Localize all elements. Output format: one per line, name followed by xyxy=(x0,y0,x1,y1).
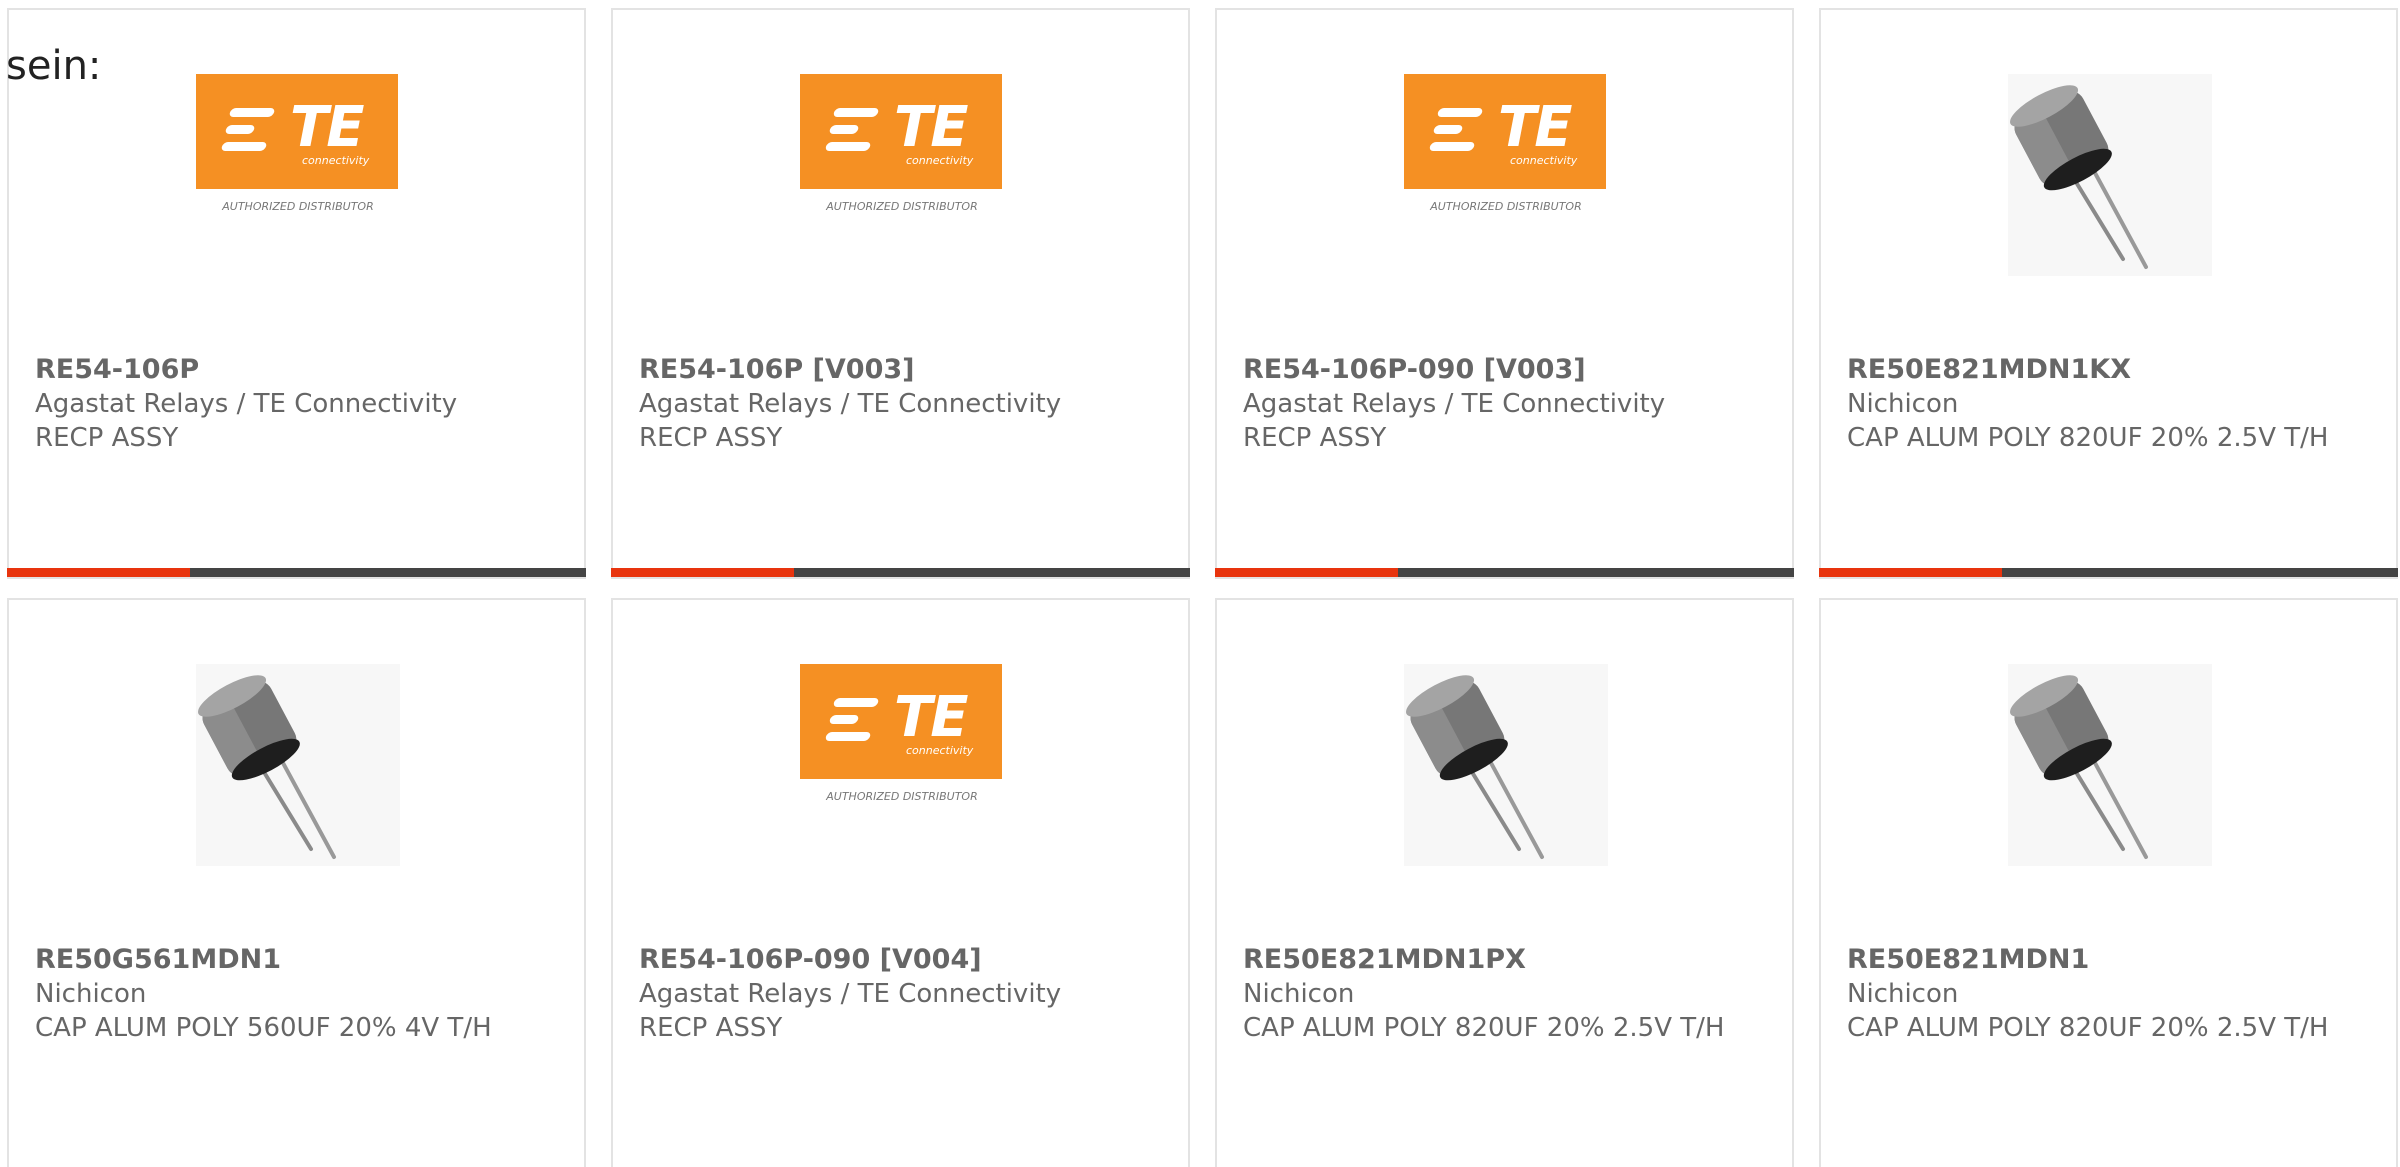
product-image xyxy=(196,664,400,866)
capacitor-photo xyxy=(2008,74,2212,276)
product-card[interactable]: RE50E821MDN1KX Nichicon CAP ALUM POLY 82… xyxy=(1819,8,2398,579)
product-image: TE connectivity AUTHORIZED DISTRIBUTOR xyxy=(196,74,400,276)
product-image xyxy=(1404,664,1608,866)
product-card[interactable]: RE50E821MDN1PX Nichicon CAP ALUM POLY 82… xyxy=(1215,598,1794,1167)
manufacturer: Nichicon xyxy=(1243,979,1355,1009)
intro-text: sein: xyxy=(6,43,102,89)
product-card[interactable]: RE50E821MDN1 Nichicon CAP ALUM POLY 820U… xyxy=(1819,598,2398,1167)
te-connectivity-logo: TE connectivity AUTHORIZED DISTRIBUTOR xyxy=(800,664,1004,804)
part-number[interactable]: RE54-106P [V003] xyxy=(639,353,1159,387)
product-info: RE50E821MDN1PX Nichicon CAP ALUM POLY 82… xyxy=(1243,943,1763,1045)
product-info: RE54-106P Agastat Relays / TE Connectivi… xyxy=(35,353,555,455)
product-image: TE connectivity AUTHORIZED DISTRIBUTOR xyxy=(800,74,1004,276)
capacitor-photo xyxy=(1404,664,1608,866)
product-card[interactable]: TE connectivity AUTHORIZED DISTRIBUTOR R… xyxy=(611,8,1190,579)
product-description: RECP ASSY xyxy=(639,1013,783,1043)
product-description: CAP ALUM POLY 820UF 20% 2.5V T/H xyxy=(1847,1013,2329,1043)
manufacturer: Agastat Relays / TE Connectivity xyxy=(639,389,1062,419)
product-grid-page: sein: TE connectivity AUTHORIZED DISTRIB… xyxy=(0,0,2400,1167)
product-description: RECP ASSY xyxy=(1243,423,1387,453)
te-connectivity-logo: TE connectivity AUTHORIZED DISTRIBUTOR xyxy=(1404,74,1608,214)
product-card[interactable]: RE50G561MDN1 Nichicon CAP ALUM POLY 560U… xyxy=(7,598,586,1167)
manufacturer: Agastat Relays / TE Connectivity xyxy=(639,979,1062,1009)
product-info: RE50G561MDN1 Nichicon CAP ALUM POLY 560U… xyxy=(35,943,555,1045)
capacitor-photo xyxy=(2008,664,2212,866)
te-connectivity-logo: TE connectivity AUTHORIZED DISTRIBUTOR xyxy=(196,74,400,214)
part-number[interactable]: RE54-106P-090 [V004] xyxy=(639,943,1159,977)
capacitor-photo xyxy=(196,664,400,866)
card-footer-bar xyxy=(611,568,1190,577)
manufacturer: Agastat Relays / TE Connectivity xyxy=(35,389,458,419)
product-card[interactable]: TE connectivity AUTHORIZED DISTRIBUTOR R… xyxy=(611,598,1190,1167)
product-description: CAP ALUM POLY 560UF 20% 4V T/H xyxy=(35,1013,492,1043)
product-info: RE54-106P [V003] Agastat Relays / TE Con… xyxy=(639,353,1159,455)
part-number[interactable]: RE50E821MDN1KX xyxy=(1847,353,2367,387)
product-info: RE54-106P-090 [V003] Agastat Relays / TE… xyxy=(1243,353,1763,455)
product-image xyxy=(2008,664,2212,866)
product-image: TE connectivity AUTHORIZED DISTRIBUTOR xyxy=(800,664,1004,866)
product-info: RE54-106P-090 [V004] Agastat Relays / TE… xyxy=(639,943,1159,1045)
product-description: CAP ALUM POLY 820UF 20% 2.5V T/H xyxy=(1243,1013,1725,1043)
manufacturer: Nichicon xyxy=(1847,389,1959,419)
part-number[interactable]: RE50G561MDN1 xyxy=(35,943,555,977)
part-number[interactable]: RE54-106P-090 [V003] xyxy=(1243,353,1763,387)
product-info: RE50E821MDN1 Nichicon CAP ALUM POLY 820U… xyxy=(1847,943,2367,1045)
part-number[interactable]: RE54-106P xyxy=(35,353,555,387)
card-footer-bar xyxy=(1819,568,2398,577)
product-image: TE connectivity AUTHORIZED DISTRIBUTOR xyxy=(1404,74,1608,276)
product-card[interactable]: TE connectivity AUTHORIZED DISTRIBUTOR R… xyxy=(1215,8,1794,579)
manufacturer: Agastat Relays / TE Connectivity xyxy=(1243,389,1666,419)
te-connectivity-logo: TE connectivity AUTHORIZED DISTRIBUTOR xyxy=(800,74,1004,214)
product-description: RECP ASSY xyxy=(35,423,179,453)
card-footer-bar xyxy=(7,568,586,577)
product-description: CAP ALUM POLY 820UF 20% 2.5V T/H xyxy=(1847,423,2329,453)
card-footer-bar xyxy=(1215,568,1794,577)
product-info: RE50E821MDN1KX Nichicon CAP ALUM POLY 82… xyxy=(1847,353,2367,455)
manufacturer: Nichicon xyxy=(1847,979,1959,1009)
product-image xyxy=(2008,74,2212,276)
product-grid: TE connectivity AUTHORIZED DISTRIBUTOR R… xyxy=(7,8,2400,1167)
manufacturer: Nichicon xyxy=(35,979,147,1009)
part-number[interactable]: RE50E821MDN1PX xyxy=(1243,943,1763,977)
product-description: RECP ASSY xyxy=(639,423,783,453)
part-number[interactable]: RE50E821MDN1 xyxy=(1847,943,2367,977)
